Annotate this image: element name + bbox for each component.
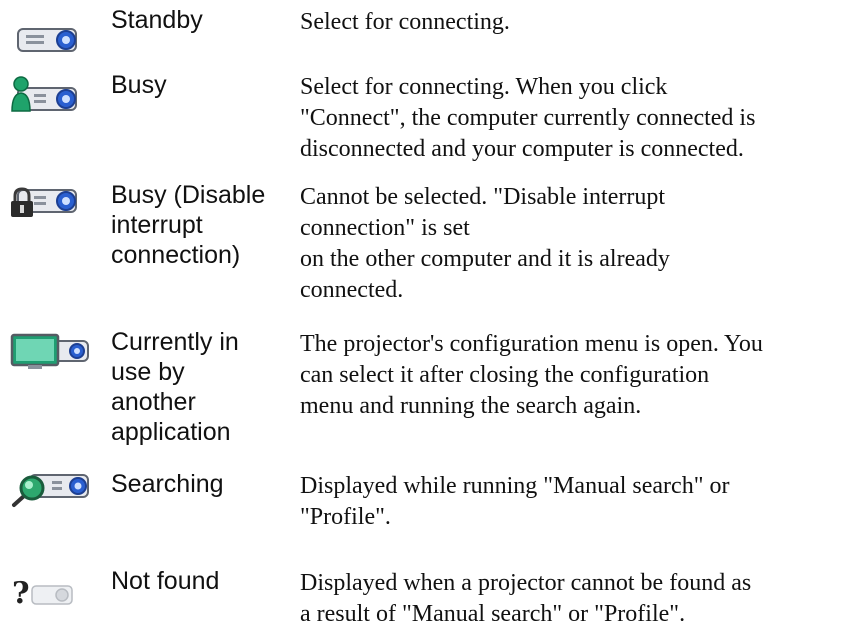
state-name-not-found: Not found	[111, 567, 220, 595]
projector-in-use-icon	[10, 333, 89, 369]
state-desc-busy-disable-interrupt: Cannot be selected. "Disable interrupt c…	[300, 184, 670, 303]
state-desc-not-found: Displayed when a projector cannot be fou…	[300, 570, 752, 627]
projector-busy-icon	[11, 76, 77, 112]
state-name-in-use: Currently in use by another application	[111, 328, 239, 446]
svg-text:?: ?	[12, 576, 30, 610]
state-name-busy: Busy	[111, 71, 167, 99]
state-name-standby: Standby	[111, 6, 203, 34]
state-name-searching: Searching	[111, 470, 224, 498]
state-desc-searching: Displayed while running "Manual search" …	[300, 473, 730, 530]
projector-locked-icon	[11, 187, 77, 217]
projector-not-found-icon: ?	[12, 576, 73, 610]
projector-searching-icon	[12, 474, 89, 507]
state-desc-in-use: The projector's configuration menu is op…	[300, 331, 763, 419]
state-desc-standby: Select for connecting.	[300, 9, 510, 35]
projector-standby-icon	[17, 28, 77, 52]
state-name-busy-disable-interrupt: Busy (Disable interrupt connection)	[111, 181, 266, 269]
state-desc-busy: Select for connecting. When you click "C…	[300, 74, 756, 162]
